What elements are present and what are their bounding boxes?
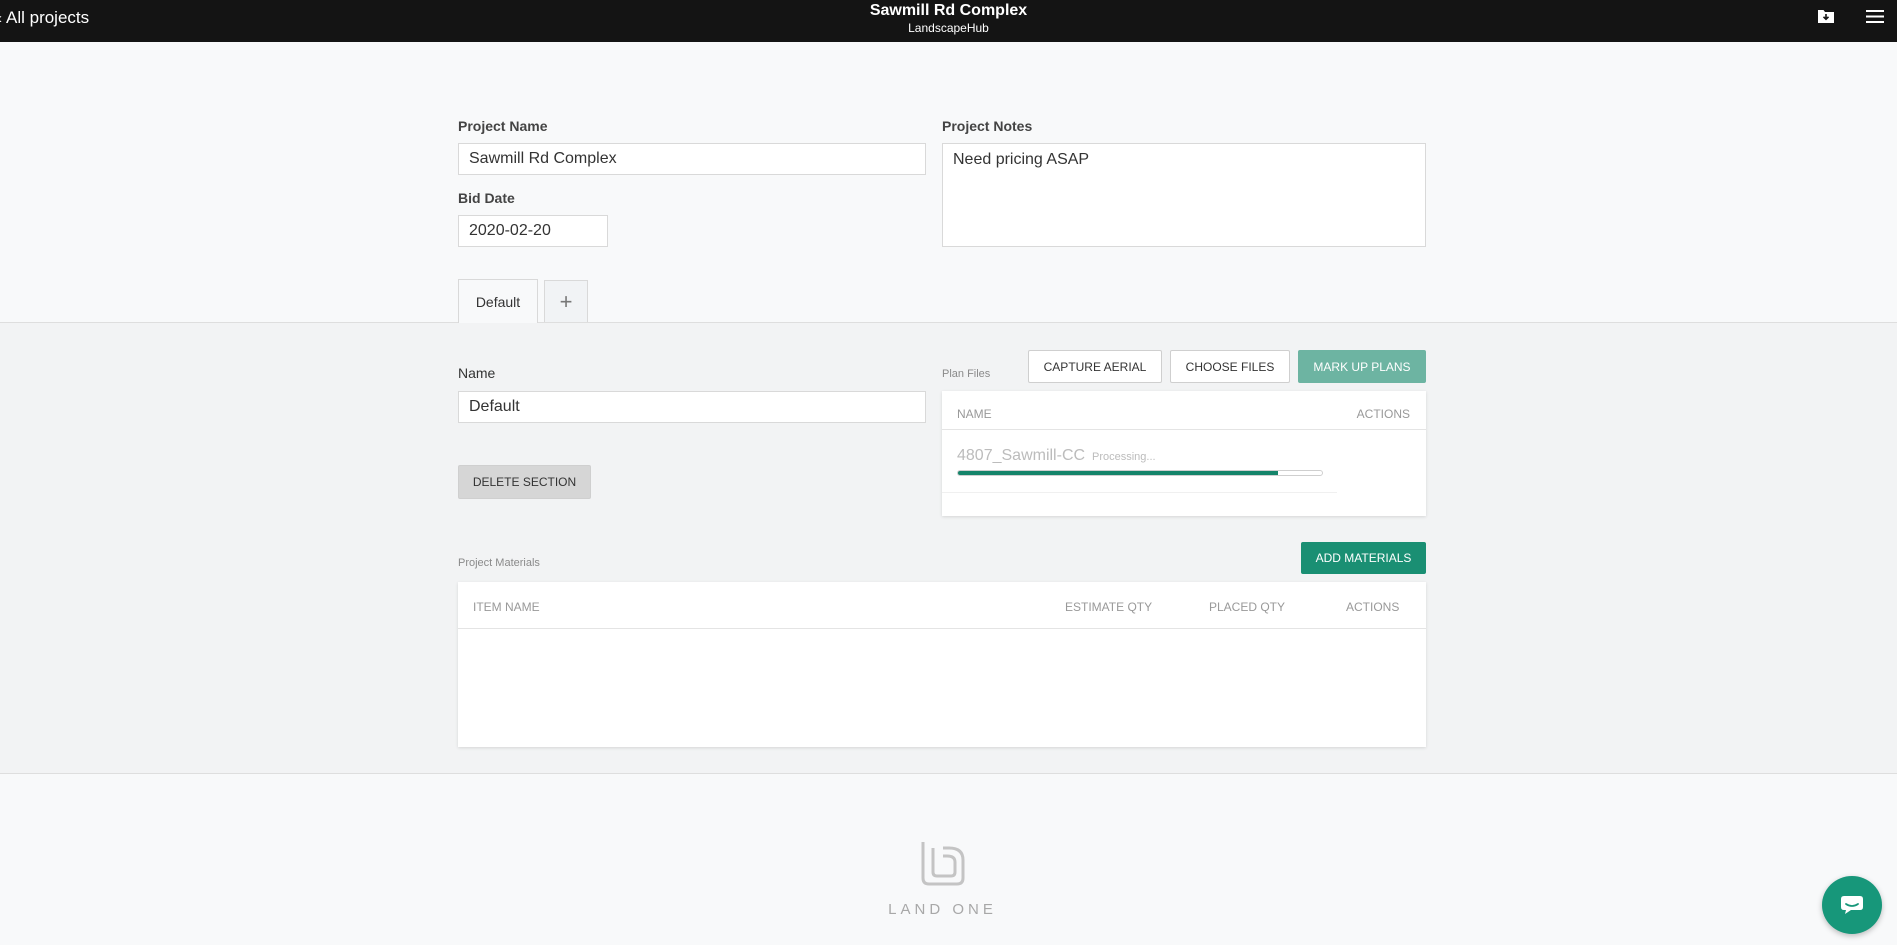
chat-bubble-icon [1841, 896, 1863, 914]
top-bar: ‹ All projects Sawmill Rd Complex Landsc… [0, 0, 1897, 42]
section-bottom-divider [0, 773, 1897, 774]
materials-header-rule [458, 628, 1426, 629]
choose-files-button[interactable]: CHOOSE FILES [1170, 350, 1290, 383]
project-materials-label: Project Materials [458, 557, 540, 569]
hamburger-menu-icon[interactable] [1866, 9, 1884, 29]
project-name-label: Project Name [458, 118, 548, 134]
chevron-left-icon: ‹ [0, 10, 2, 27]
plan-file-row-rule [942, 492, 1337, 493]
project-notes-textarea[interactable]: Need pricing ASAP [942, 143, 1426, 247]
plan-files-label: Plan Files [942, 368, 991, 380]
plan-files-header-rule [942, 429, 1426, 430]
tab-divider [0, 322, 1897, 323]
plan-files-name-header: NAME [957, 407, 992, 421]
all-projects-link[interactable]: ‹ All projects [0, 8, 89, 28]
materials-placed-qty-header: PLACED QTY [1209, 600, 1286, 614]
project-notes-label: Project Notes [942, 118, 1033, 134]
tab-default[interactable]: Default [458, 279, 538, 323]
page-title: Sawmill Rd Complex [869, 2, 1028, 19]
add-materials-button[interactable]: ADD MATERIALS [1301, 542, 1426, 574]
land-one-logo-text: LAND ONE [888, 901, 997, 918]
plan-files-table: NAME ACTIONS 4807_Sawmill-CC Processing.… [942, 391, 1426, 516]
materials-item-name-header: ITEM NAME [473, 600, 540, 614]
materials-estimate-qty-header: ESTIMATE QTY [1065, 600, 1153, 614]
page-title-block: Sawmill Rd Complex LandscapeHub [0, 1, 1897, 35]
project-name-input[interactable]: Sawmill Rd Complex [458, 143, 926, 175]
plan-file-progress-fill [958, 471, 1279, 475]
materials-table: ITEM NAME ESTIMATE QTY PLACED QTY ACTION… [458, 582, 1426, 747]
bid-date-input[interactable]: 2020-02-20 [458, 215, 608, 247]
capture-aerial-button[interactable]: CAPTURE AERIAL [1028, 350, 1162, 383]
plan-file-name: 4807_Sawmill-CC [957, 447, 1086, 464]
chat-support-button[interactable] [1822, 876, 1882, 934]
section-name-input[interactable]: Default [458, 391, 926, 423]
all-projects-label: All projects [6, 8, 90, 27]
plan-file-progress-bar [957, 470, 1323, 476]
bid-date-label: Bid Date [458, 190, 515, 206]
download-folder-icon[interactable] [1818, 9, 1834, 28]
add-tab-button[interactable]: + [544, 280, 588, 322]
section-name-label: Name [458, 365, 496, 381]
tab-default-label: Default [475, 293, 521, 310]
land-one-logo-icon [917, 838, 967, 893]
mark-up-plans-button[interactable]: MARK UP PLANS [1298, 350, 1426, 383]
plus-icon: + [559, 288, 573, 314]
materials-actions-header: ACTIONS [1346, 600, 1400, 614]
app-name: LandscapeHub [908, 21, 989, 35]
plan-file-status: Processing... [1092, 451, 1156, 463]
delete-section-button[interactable]: DELETE SECTION [458, 465, 591, 499]
plan-files-actions-header: ACTIONS [1356, 407, 1410, 421]
